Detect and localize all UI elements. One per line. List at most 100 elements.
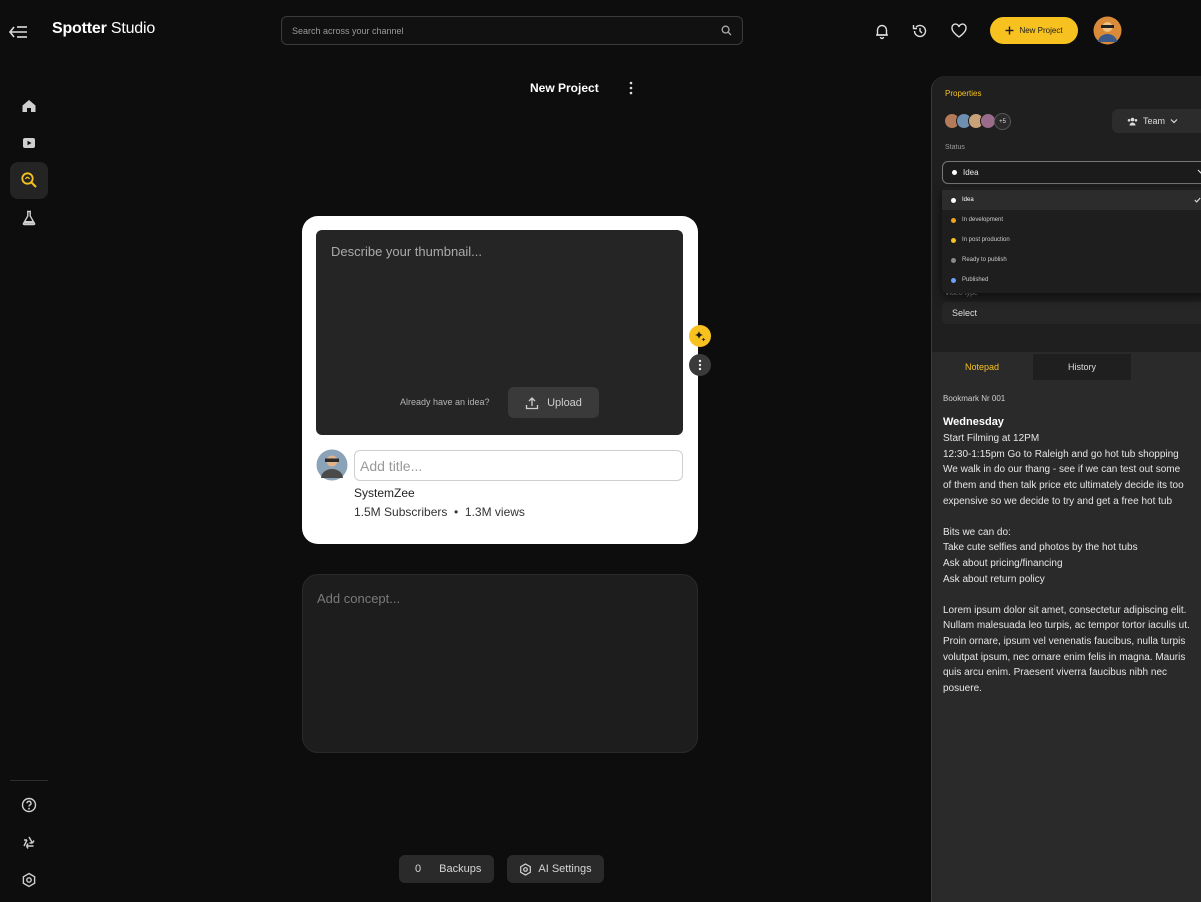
team-button[interactable]: Team bbox=[1112, 109, 1201, 133]
chevron-down-icon bbox=[1170, 118, 1178, 124]
home-icon[interactable] bbox=[16, 93, 42, 119]
note-line: Bits we can do: bbox=[943, 526, 1011, 538]
page-title: New Project bbox=[530, 81, 599, 95]
notepad-tabs: Notepad History bbox=[932, 352, 1201, 380]
upload-icon bbox=[525, 396, 539, 410]
note-line: quis arcu enim. Praesent viverra faucibu… bbox=[943, 667, 1168, 679]
status-option-in-development[interactable]: In development bbox=[942, 210, 1201, 230]
note-line: posuere. bbox=[943, 682, 982, 694]
tab-notepad[interactable]: Notepad bbox=[932, 354, 1032, 380]
thumbnail-description-input[interactable] bbox=[316, 230, 683, 380]
brand-name-rest: Studio bbox=[106, 20, 156, 37]
flask-icon[interactable] bbox=[16, 205, 42, 231]
ai-generate-button[interactable] bbox=[689, 325, 711, 347]
status-option-dot bbox=[951, 197, 956, 203]
help-icon[interactable] bbox=[16, 792, 42, 818]
concept-input[interactable] bbox=[303, 575, 697, 752]
video-type-select[interactable]: Select bbox=[942, 302, 1201, 324]
status-label: Status bbox=[945, 144, 965, 151]
note-heading: Wednesday bbox=[943, 415, 1004, 428]
note-line: Ask about return policy bbox=[943, 573, 1045, 585]
user-avatar[interactable] bbox=[1093, 16, 1122, 45]
new-project-label: New Project bbox=[1019, 26, 1063, 35]
status-option-label: Ready to publish bbox=[962, 257, 1007, 263]
heart-icon[interactable] bbox=[950, 22, 968, 40]
ai-settings-icon bbox=[519, 862, 532, 876]
status-option-label: In development bbox=[962, 217, 1004, 223]
search-bar[interactable] bbox=[281, 16, 743, 45]
upload-prompt: Already have an idea? bbox=[400, 397, 490, 407]
concept-box bbox=[302, 574, 698, 753]
check-icon bbox=[1194, 197, 1201, 203]
note-line: Ask about pricing/financing bbox=[943, 557, 1063, 569]
properties-title: Properties bbox=[945, 89, 982, 98]
upload-label: Upload bbox=[547, 396, 582, 409]
status-dropdown: Idea In development In post production R… bbox=[942, 187, 1201, 293]
ai-settings-label: AI Settings bbox=[538, 863, 592, 875]
team-label: Team bbox=[1142, 116, 1165, 126]
tab-history[interactable]: History bbox=[1033, 354, 1131, 380]
sidebar-divider bbox=[10, 780, 48, 781]
card-more-button[interactable] bbox=[689, 354, 711, 376]
chevron-down-icon bbox=[1197, 169, 1201, 175]
note-line: Proin ornare, ipsum vel venenatis faucib… bbox=[943, 635, 1186, 647]
status-dot bbox=[952, 170, 957, 175]
status-option-dot bbox=[951, 217, 956, 223]
note-line: Take cute selfies and photos by the hot … bbox=[943, 542, 1138, 554]
backups-button[interactable]: 0 Backups bbox=[399, 855, 494, 883]
history-icon[interactable] bbox=[911, 22, 929, 40]
note-line: We walk in do our thang - see if we can … bbox=[943, 464, 1181, 476]
project-menu-icon[interactable] bbox=[625, 80, 637, 96]
collapse-sidebar-icon[interactable] bbox=[8, 22, 30, 42]
status-option-published[interactable]: Published bbox=[942, 270, 1201, 290]
note-line: Nullam malesuada leo turpis, ac tempor t… bbox=[943, 620, 1190, 632]
status-option-idea[interactable]: Idea bbox=[942, 190, 1201, 210]
note-spacer bbox=[943, 587, 1201, 603]
note-line: Start Filming at 12PM bbox=[943, 433, 1040, 445]
thumbnail-area: Already have an idea? Upload bbox=[316, 230, 683, 435]
bookmark-label: Bookmark Nr 001 bbox=[943, 394, 1006, 403]
notepad-content[interactable]: Bookmark Nr 001 Wednesday Start Filming … bbox=[943, 391, 1201, 696]
new-project-button[interactable]: New Project bbox=[990, 17, 1078, 44]
ai-settings-button[interactable]: AI Settings bbox=[507, 855, 604, 883]
upload-button[interactable]: Upload bbox=[508, 387, 599, 418]
note-line: expensive so we decide to try and get a … bbox=[943, 495, 1173, 507]
channel-avatar bbox=[316, 449, 348, 481]
channel-name: SystemZee bbox=[354, 486, 415, 500]
title-input[interactable] bbox=[355, 451, 682, 480]
recycle-icon[interactable] bbox=[16, 830, 42, 856]
status-option-dot bbox=[951, 277, 956, 283]
app-logo: Spotter Studio bbox=[52, 20, 155, 38]
youtube-icon[interactable] bbox=[16, 130, 42, 156]
note-line: Lorem ipsum dolor sit amet, consectetur … bbox=[943, 604, 1187, 616]
status-option-label: Idea bbox=[962, 197, 974, 203]
status-option-in-post-production[interactable]: In post production bbox=[942, 230, 1201, 250]
plus-icon bbox=[1005, 26, 1014, 35]
backups-count: 0 bbox=[415, 863, 422, 875]
member-more-count[interactable]: +5 bbox=[994, 113, 1011, 130]
properties-panel: Properties +5 Team Status Idea Video typ… bbox=[931, 76, 1201, 902]
more-vertical-icon bbox=[698, 359, 702, 371]
note-line: of them and then talk price etc ultimate… bbox=[943, 479, 1184, 491]
channel-stats: 1.5M Subscribers • 1.3M views bbox=[354, 505, 525, 519]
note-line: 12:30-1:15pm Go to Raleigh and go hot tu… bbox=[943, 448, 1179, 460]
search-idea-icon[interactable] bbox=[16, 167, 42, 193]
brand-name-bold: Spotter bbox=[52, 20, 107, 37]
search-input[interactable] bbox=[282, 17, 742, 44]
status-option-dot bbox=[951, 237, 956, 243]
settings-icon[interactable] bbox=[16, 867, 42, 893]
note-spacer bbox=[943, 509, 1201, 525]
notification-bell-icon[interactable] bbox=[873, 22, 891, 40]
note-line: volutpat ipsum, nec ornare enim felis in… bbox=[943, 651, 1186, 663]
team-icon bbox=[1127, 117, 1138, 126]
status-option-ready-to-publish[interactable]: Ready to publish bbox=[942, 250, 1201, 270]
status-option-dot bbox=[951, 257, 956, 263]
title-field[interactable] bbox=[354, 450, 683, 481]
video-type-value: Select bbox=[952, 308, 978, 318]
status-select[interactable]: Idea bbox=[942, 161, 1201, 184]
search-icon[interactable] bbox=[721, 25, 732, 36]
status-option-label: Published bbox=[962, 277, 989, 283]
status-option-label: In post production bbox=[962, 237, 1010, 243]
backups-label: Backups bbox=[439, 863, 482, 875]
status-value: Idea bbox=[963, 168, 979, 177]
